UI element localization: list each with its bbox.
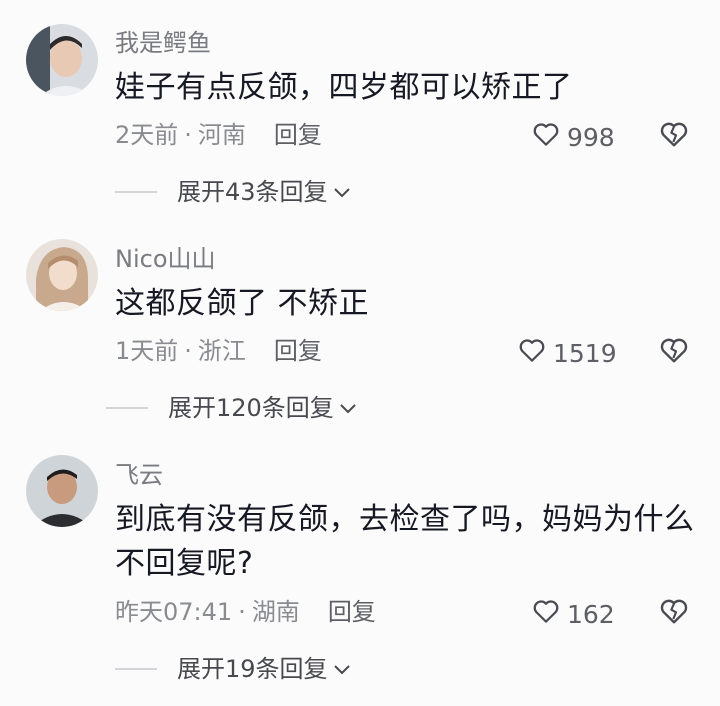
meta-separator: · (184, 121, 192, 149)
reply-button[interactable]: 回复 (274, 121, 322, 149)
expand-replies-button[interactable]: 展开19条回复 (115, 654, 352, 684)
chevron-down-icon (328, 654, 352, 684)
meta-separator: · (184, 337, 192, 365)
comment-text: 这都反颌了 不矫正 (115, 286, 370, 321)
like-button[interactable]: 162 (531, 596, 615, 633)
comment-meta: 2天前 · 河南 回复 (115, 120, 322, 150)
comment-meta: 1天前 · 浙江 回复 (115, 336, 322, 366)
expand-replies-button[interactable]: 展开43条回复 (115, 177, 352, 207)
dislike-button[interactable] (658, 118, 690, 150)
expand-replies-label: 展开19条回复 (177, 655, 328, 683)
heart-outline-icon (531, 119, 561, 156)
comment-username[interactable]: Nico山山 (115, 244, 216, 274)
reply-button[interactable]: 回复 (274, 337, 322, 365)
divider-line (115, 668, 157, 670)
like-count: 998 (567, 122, 615, 152)
avatar[interactable] (26, 455, 98, 527)
expand-replies-label: 展开120条回复 (168, 394, 334, 422)
reply-button[interactable]: 回复 (328, 598, 376, 626)
chevron-down-icon (328, 177, 352, 207)
divider-line (106, 407, 148, 409)
like-button[interactable]: 998 (531, 119, 615, 156)
comment-location: 浙江 (197, 337, 246, 365)
comment-time: 2天前 (115, 121, 179, 149)
comment-username[interactable]: 飞云 (115, 460, 163, 490)
dislike-button[interactable] (658, 595, 690, 627)
chevron-down-icon (334, 393, 358, 423)
comment-time: 昨天07:41 (115, 598, 233, 626)
divider-line (115, 191, 157, 193)
broken-heart-icon (658, 122, 690, 154)
expand-replies-label: 展开43条回复 (177, 178, 328, 206)
heart-outline-icon (517, 335, 547, 372)
avatar[interactable] (26, 24, 98, 96)
comment-username[interactable]: 我是鳄鱼 (115, 28, 211, 58)
like-count: 1519 (553, 338, 617, 368)
like-count: 162 (567, 599, 615, 629)
comment-location: 湖南 (251, 598, 300, 626)
comment-location: 河南 (197, 121, 246, 149)
like-button[interactable]: 1519 (517, 335, 617, 372)
expand-replies-button[interactable]: 展开120条回复 (106, 393, 358, 423)
heart-outline-icon (531, 596, 561, 633)
comment-time: 1天前 (115, 337, 179, 365)
broken-heart-icon (658, 338, 690, 370)
dislike-button[interactable] (658, 334, 690, 366)
meta-separator: · (238, 598, 246, 626)
comment-text: 到底有没有反颌，去检查了吗，妈妈为什么不回复呢? (115, 502, 695, 581)
comment-text: 娃子有点反颌，四岁都可以矫正了 (115, 70, 573, 105)
avatar[interactable] (26, 239, 98, 311)
broken-heart-icon (658, 599, 690, 631)
comment-meta: 昨天07:41 · 湖南 回复 (115, 597, 376, 627)
